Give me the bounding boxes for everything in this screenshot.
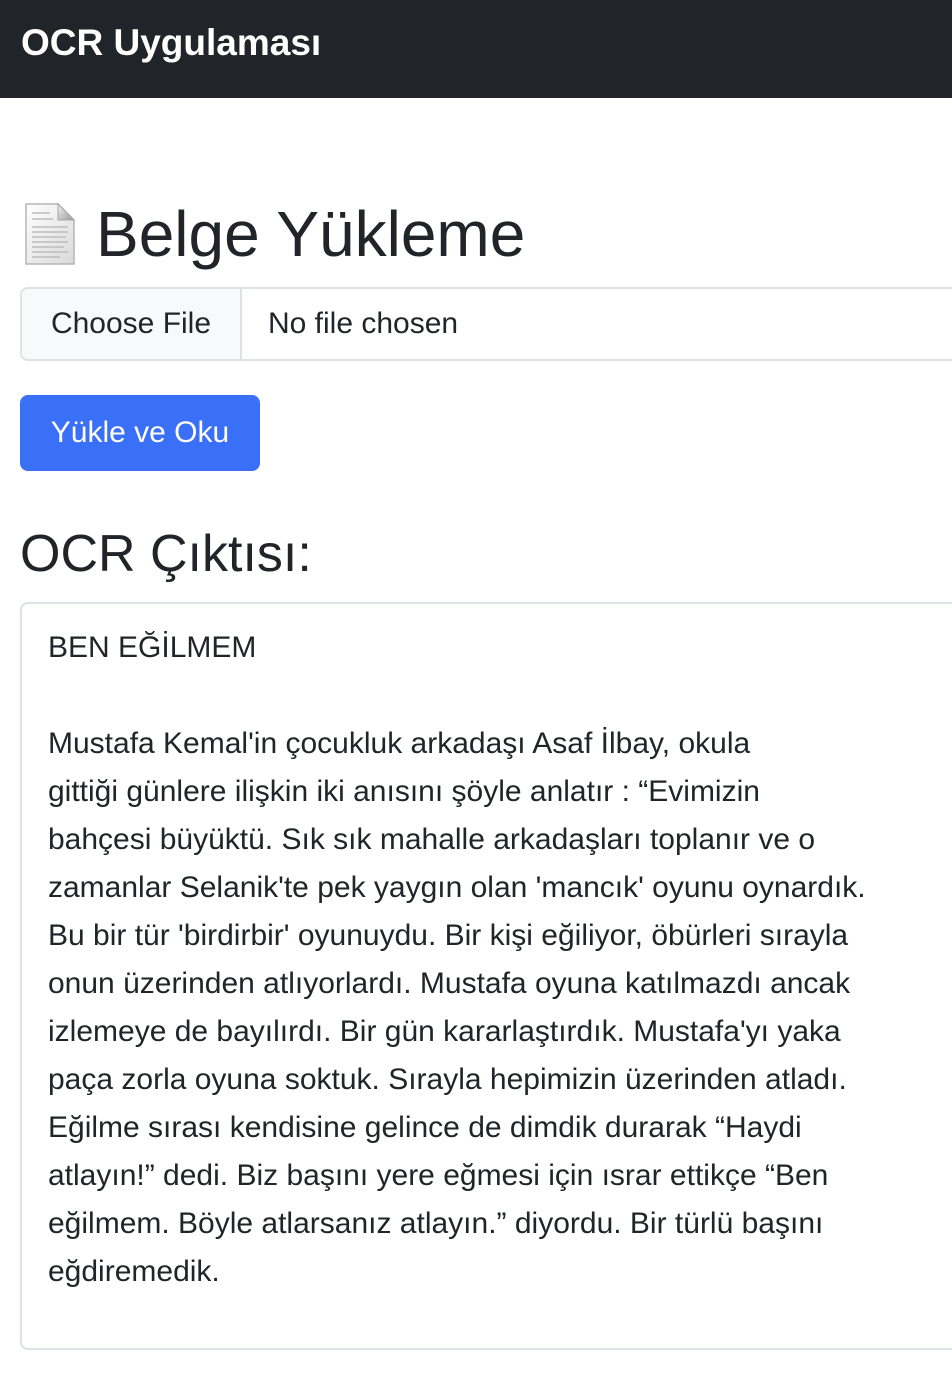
upload-heading: Belge Yükleme bbox=[96, 198, 526, 270]
ocr-output-line: Eğilme sırası kendisine gelince de dimdi… bbox=[48, 1111, 802, 1144]
ocr-output-line: gittiği günlere ilişkin iki anısını şöyl… bbox=[48, 775, 760, 808]
ocr-output-title: BEN EĞİLMEM bbox=[48, 631, 257, 664]
upload-and-read-button[interactable]: Yükle ve Oku bbox=[20, 395, 260, 471]
ocr-output-line: paça zorla oyuna soktuk. Sırayla hepimiz… bbox=[48, 1063, 847, 1096]
ocr-output-line: izlemeye de bayılırdı. Bir gün kararlaşt… bbox=[48, 1015, 841, 1048]
navbar: OCR Uygulaması bbox=[0, 0, 952, 98]
file-input[interactable]: Choose File No file chosen bbox=[20, 287, 952, 361]
document-icon bbox=[20, 201, 78, 267]
ocr-output-line: zamanlar Selanik'te pek yaygın olan 'man… bbox=[48, 871, 866, 904]
choose-file-button[interactable]: Choose File bbox=[22, 289, 242, 359]
ocr-output-line: onun üzerinden atlıyorlardı. Mustafa oyu… bbox=[48, 967, 851, 1000]
navbar-brand[interactable]: OCR Uygulaması bbox=[21, 21, 321, 65]
ocr-output-line: Bu bir tür 'birdirbir' oyunuydu. Bir kiş… bbox=[48, 919, 849, 952]
ocr-output-blank-line bbox=[48, 672, 944, 720]
ocr-output-heading: OCR Çıktısı: bbox=[20, 525, 312, 583]
ocr-output-box[interactable]: BEN EĞİLMEM Mustafa Kemal'in çocukluk ar… bbox=[20, 602, 952, 1350]
upload-heading-row: Belge Yükleme bbox=[20, 198, 525, 270]
ocr-output-line: bahçesi büyüktü. Sık sık mahalle arkadaş… bbox=[48, 823, 816, 856]
ocr-output-line: Mustafa Kemal'in çocukluk arkadaşı Asaf … bbox=[48, 727, 751, 760]
ocr-output-line: atlayın!” dedi. Biz başını yere eğmesi i… bbox=[48, 1159, 829, 1192]
ocr-output-line: eğdiremedik. bbox=[48, 1255, 220, 1288]
ocr-output-line: eğilmem. Böyle atlarsanız atlayın.” diyo… bbox=[48, 1207, 824, 1240]
file-status-text: No file chosen bbox=[268, 307, 459, 340]
